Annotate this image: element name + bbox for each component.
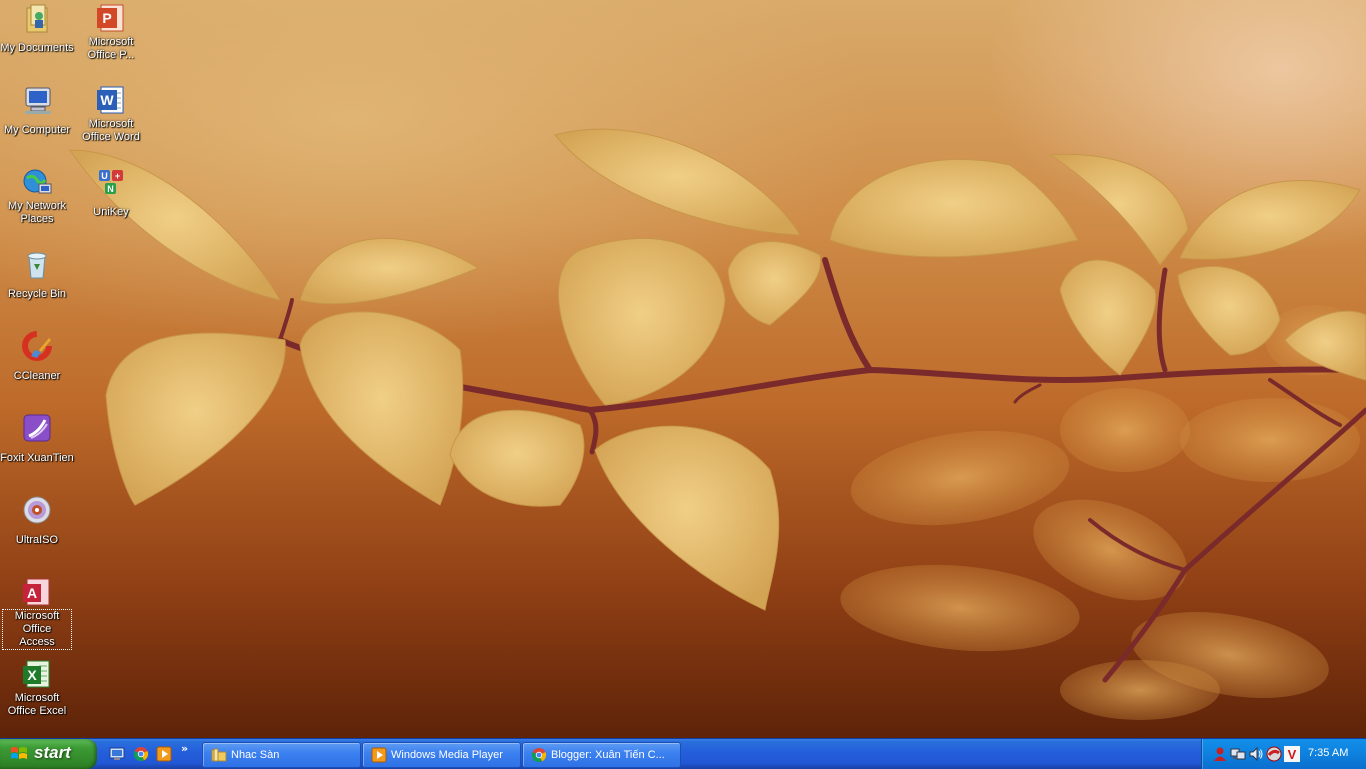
- recycle-bin-icon: [21, 248, 53, 280]
- clock[interactable]: 7:35 AM: [1308, 747, 1348, 759]
- desktop-icon-label: My Network Places: [7, 200, 67, 225]
- desktop-icon-label: Microsoft Office P...: [87, 36, 135, 61]
- task-button-blogger[interactable]: Blogger: Xuân Tiến C...: [522, 742, 681, 768]
- desktop-icon-ultraiso[interactable]: UltraISO: [0, 494, 75, 547]
- svg-text:W: W: [100, 92, 114, 108]
- show-desktop-icon[interactable]: [109, 746, 125, 762]
- task-label: Windows Media Player: [391, 749, 503, 761]
- volume-icon[interactable]: [1248, 746, 1264, 762]
- network-tray-icon[interactable]: [1230, 746, 1246, 762]
- svg-text:V: V: [1288, 747, 1297, 762]
- task-button-windows-media-player[interactable]: Windows Media Player: [362, 742, 521, 768]
- desktop-icon-label: Recycle Bin: [7, 288, 67, 300]
- svg-text:A: A: [27, 585, 37, 601]
- svg-text:X: X: [27, 667, 37, 683]
- svg-text:U: U: [101, 171, 108, 181]
- task-label: Nhac Sàn: [231, 749, 280, 761]
- desktop-icon-label: CCleaner: [13, 370, 61, 382]
- desktop-icon-label: Microsoft Office Access: [2, 609, 72, 650]
- desktop-icon-label: Microsoft Office Word: [82, 118, 140, 143]
- foxit-icon: [21, 412, 53, 444]
- my-documents-icon: [21, 2, 53, 34]
- media-player-icon[interactable]: [156, 746, 172, 762]
- media-player-icon: [371, 747, 387, 763]
- windows-flag-icon: [11, 747, 27, 759]
- desktop-icon-label: UltraISO: [15, 534, 59, 546]
- desktop-icon-my-computer[interactable]: My Computer: [0, 84, 75, 137]
- desktop-icon-label: Foxit XuanTien: [0, 452, 74, 464]
- ccleaner-icon: [21, 330, 53, 362]
- unikey-icon: U + N: [95, 166, 127, 198]
- desktop-icon-label: My Documents: [0, 42, 74, 54]
- desktop-icon-unikey[interactable]: U + N UniKey: [73, 166, 149, 219]
- chrome-icon[interactable]: [133, 746, 149, 762]
- svg-text:N: N: [107, 184, 114, 194]
- folder-icon: [211, 748, 227, 762]
- start-button[interactable]: start: [0, 739, 97, 769]
- desktop-icon-my-network-places[interactable]: My Network Places: [0, 166, 75, 226]
- desktop-icon-my-documents[interactable]: My Documents: [0, 2, 75, 55]
- chrome-icon: [531, 748, 547, 763]
- svg-text:P: P: [102, 10, 111, 26]
- taskbar: start » Nhac Sàn Windows Media Player Bl…: [0, 738, 1366, 769]
- quick-launch-more-button[interactable]: »: [181, 742, 188, 755]
- svg-text:+: +: [115, 171, 120, 181]
- user-tray-icon[interactable]: [1212, 746, 1228, 762]
- desktop-icon-foxit[interactable]: Foxit XuanTien: [0, 412, 75, 465]
- task-label: Blogger: Xuân Tiến C...: [551, 749, 665, 761]
- desktop-icon-excel[interactable]: X Microsoft Office Excel: [0, 658, 75, 718]
- ultraiso-icon: [21, 494, 53, 526]
- desktop-icon-powerpoint[interactable]: P Microsoft Office P...: [73, 2, 149, 62]
- desktop[interactable]: My Documents My Computer My Network Plac…: [0, 0, 1366, 738]
- task-button-nhac-san[interactable]: Nhac Sàn: [202, 742, 361, 768]
- desktop-icon-label: UniKey: [93, 206, 129, 218]
- network-places-icon: [21, 166, 53, 198]
- my-computer-icon: [21, 84, 53, 116]
- desktop-icon-access[interactable]: A Microsoft Office Access: [0, 576, 75, 650]
- desktop-icon-ccleaner[interactable]: CCleaner: [0, 330, 75, 383]
- desktop-icon-label: Microsoft Office Excel: [7, 692, 67, 717]
- desktop-icon-recycle-bin[interactable]: Recycle Bin: [0, 248, 75, 301]
- word-icon: W: [95, 84, 127, 116]
- excel-icon: X: [21, 658, 53, 690]
- vietnamese-input-icon[interactable]: V: [1284, 746, 1300, 762]
- start-label: start: [34, 743, 71, 762]
- wallpaper: [69, 128, 1366, 720]
- access-icon: A: [21, 576, 53, 608]
- desktop-icon-label: My Computer: [3, 124, 71, 136]
- antivirus-icon[interactable]: [1266, 746, 1282, 762]
- desktop-icon-word[interactable]: W Microsoft Office Word: [73, 84, 149, 144]
- powerpoint-icon: P: [95, 2, 127, 34]
